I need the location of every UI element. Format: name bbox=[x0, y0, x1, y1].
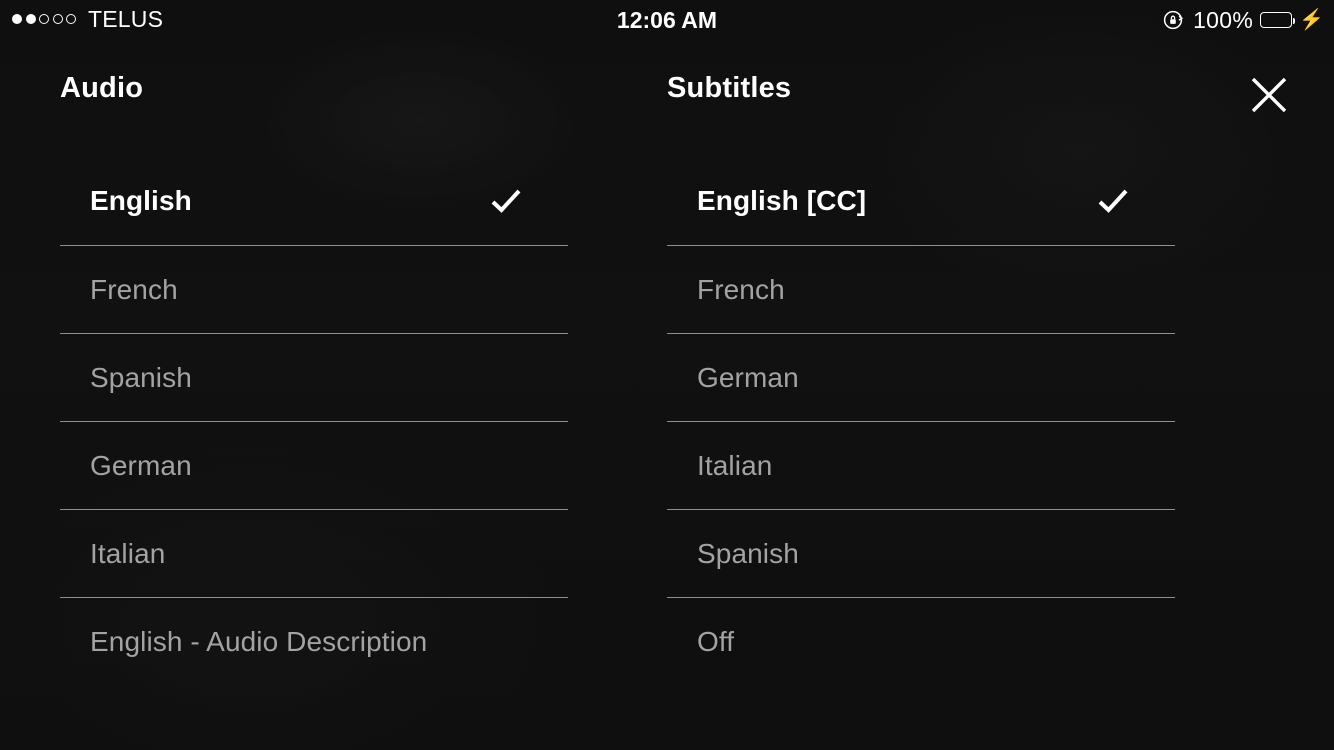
battery-percent-label: 100% bbox=[1193, 6, 1254, 33]
audio-option-label: German bbox=[90, 449, 192, 481]
subtitles-option-label: Off bbox=[697, 625, 735, 657]
subtitles-option-row[interactable]: English [CC] bbox=[667, 157, 1175, 245]
checkmark-icon bbox=[1098, 189, 1128, 213]
charging-bolt-icon: ⚡ bbox=[1299, 9, 1324, 31]
audio-panel: Audio English French Spanish German Italian E… bbox=[60, 68, 568, 685]
status-bar-right-group: 100% ⚡ bbox=[1162, 5, 1324, 35]
rotation-lock-icon bbox=[1163, 10, 1183, 30]
subtitles-option-label: French bbox=[697, 273, 785, 305]
audio-option-row[interactable]: German bbox=[60, 421, 568, 509]
audio-option-label: English bbox=[90, 185, 192, 216]
audio-option-label: Spanish bbox=[90, 361, 192, 393]
audio-option-list: English French Spanish German Italian English… bbox=[60, 157, 568, 685]
subtitles-option-row[interactable]: Off bbox=[667, 597, 1175, 685]
audio-option-row[interactable]: English bbox=[60, 157, 568, 245]
audio-option-row[interactable]: French bbox=[60, 245, 568, 333]
subtitles-panel-title: Subtitles bbox=[667, 72, 792, 104]
subtitles-option-row[interactable]: Italian bbox=[667, 421, 1175, 509]
subtitles-option-list: English [CC] French German Italian Spanish Of… bbox=[667, 157, 1175, 685]
audio-option-label: French bbox=[90, 273, 178, 305]
close-button[interactable] bbox=[1248, 74, 1290, 116]
audio-option-row[interactable]: Italian bbox=[60, 509, 568, 597]
close-x-icon bbox=[1251, 77, 1287, 113]
subtitles-option-label: German bbox=[697, 361, 799, 393]
subtitles-option-row[interactable]: French bbox=[667, 245, 1175, 333]
battery-icon bbox=[1260, 12, 1296, 28]
audio-panel-title: Audio bbox=[60, 72, 144, 104]
subtitles-option-label: Italian bbox=[697, 449, 773, 481]
subtitles-option-label: English [CC] bbox=[697, 185, 867, 216]
battery-cap bbox=[1292, 17, 1296, 24]
media-player-audio-subtitles-overlay: TELUS 12:06 AM 100% ⚡ Audio English Fren… bbox=[0, 0, 1334, 750]
subtitles-option-label: Spanish bbox=[697, 537, 799, 569]
subtitles-option-row[interactable]: Spanish bbox=[667, 509, 1175, 597]
subtitles-option-row[interactable]: German bbox=[667, 333, 1175, 421]
audio-option-row[interactable]: Spanish bbox=[60, 333, 568, 421]
status-bar: TELUS 12:06 AM 100% ⚡ bbox=[0, 0, 1334, 40]
audio-option-row[interactable]: English - Audio Description bbox=[60, 597, 568, 685]
status-bar-clock: 12:06 AM bbox=[616, 7, 718, 33]
audio-option-label: Italian bbox=[90, 537, 166, 569]
checkmark-icon bbox=[491, 189, 521, 213]
subtitles-panel: Subtitles English [CC] French German Italia… bbox=[667, 68, 1175, 685]
audio-option-label: English - Audio Description bbox=[90, 625, 428, 657]
